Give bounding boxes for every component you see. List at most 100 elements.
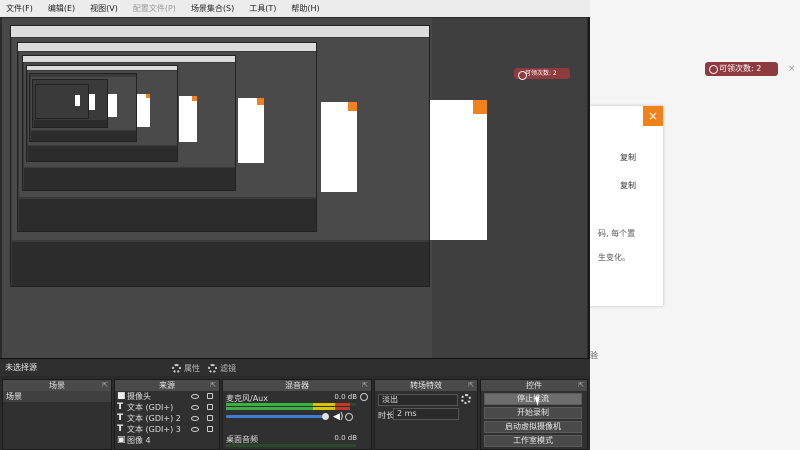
volume-slider[interactable]	[322, 413, 329, 420]
eye-icon[interactable]	[191, 405, 199, 410]
transitions-panel: 转场特效 ⇱ 淡出 时长 2 ms	[374, 379, 478, 450]
nested-dialog-7	[75, 95, 80, 106]
lock-icon[interactable]	[207, 426, 213, 432]
camera-icon: ■	[117, 391, 126, 401]
volume-meter	[226, 407, 350, 410]
dialog-text-line-2: 生变化。	[598, 253, 630, 262]
nested-dialog-close-2	[257, 98, 264, 105]
nested-dialog-2	[238, 98, 264, 163]
menu-help[interactable]: 帮助(H)	[291, 3, 319, 14]
claim-count-badge[interactable]: 可领次数: 2	[705, 62, 778, 76]
preview-canvas[interactable]: 可领次数: 2 可领次数: 2	[2, 18, 587, 358]
start-recording-button[interactable]: 开始录制	[484, 407, 582, 419]
scenes-header: 场景 ⇱	[3, 380, 111, 391]
transitions-body: 淡出 时长 2 ms	[375, 391, 477, 449]
image-icon: ▣	[117, 435, 126, 445]
menu-tools[interactable]: 工具(T)	[249, 3, 276, 14]
start-virtual-camera-button[interactable]: 启动虚拟摄像机	[484, 421, 582, 433]
gear-icon	[172, 363, 181, 373]
properties-label: 属性	[184, 363, 200, 373]
gear-icon[interactable]	[360, 393, 368, 401]
nested-capture-4	[26, 65, 178, 162]
mixer-title: 混音器	[285, 381, 309, 390]
undock-icon[interactable]: ⇱	[362, 380, 368, 391]
source-label: 文本 (GDI+)	[127, 403, 174, 412]
source-item[interactable]: T 文本 (GDI+) 2	[115, 413, 219, 424]
mixer-channel-db: 0.0 dB	[334, 393, 357, 401]
source-label: 文本 (GDI+) 2	[127, 414, 181, 423]
copy-link-1[interactable]: 复制	[620, 152, 636, 163]
preview-badge: 可领次数: 2	[514, 68, 570, 80]
nested-dialog-4	[137, 94, 150, 127]
menu-bar: 文件(F) 编辑(E) 视图(V) 配置文件(P) 场景集合(S) 工具(T) …	[0, 0, 590, 17]
source-item[interactable]: T 文本 (GDI+)	[115, 402, 219, 413]
nested-dialog-1	[321, 102, 357, 192]
gear-icon[interactable]	[345, 413, 353, 421]
menu-profile[interactable]: 配置文件(P)	[133, 3, 176, 14]
menu-edit[interactable]: 编辑(E)	[48, 3, 75, 14]
menu-file[interactable]: 文件(F)	[6, 3, 33, 14]
undock-icon[interactable]: ⇱	[578, 380, 584, 391]
nested-dock-6	[34, 120, 107, 127]
filters-button[interactable]: 滤镜	[208, 362, 236, 374]
volume-meter	[226, 403, 350, 406]
background-dialog	[587, 106, 663, 306]
nested-dock-5	[31, 131, 136, 141]
menu-view[interactable]: 视图(V)	[90, 3, 118, 14]
nested-capture-5	[29, 73, 137, 142]
studio-mode-button[interactable]: 工作室模式	[484, 435, 582, 447]
nested-menubar-4	[27, 66, 177, 70]
filter-icon	[208, 363, 217, 373]
duration-label: 时长	[378, 411, 394, 420]
undock-icon[interactable]: ⇱	[102, 380, 108, 391]
speaker-icon[interactable]: ◀)	[333, 413, 343, 422]
eye-icon[interactable]	[191, 394, 199, 399]
nested-dock-4	[28, 146, 177, 161]
close-icon[interactable]: ×	[788, 64, 796, 74]
dialog-close-button[interactable]: ×	[643, 106, 663, 126]
nested-capture-3	[22, 55, 236, 191]
copy-link-2[interactable]: 复制	[620, 180, 636, 191]
nested-menubar-2	[18, 43, 316, 51]
scene-item[interactable]: 场景	[3, 391, 111, 402]
lock-icon[interactable]	[207, 404, 213, 410]
volume-slider-fill	[226, 415, 324, 418]
lock-icon[interactable]	[207, 393, 213, 399]
menu-scene-collection[interactable]: 场景集合(S)	[191, 3, 234, 14]
nested-dock-2	[19, 199, 316, 231]
source-item[interactable]: ■ 摄像头	[115, 391, 219, 402]
transition-select[interactable]: 淡出	[378, 394, 458, 406]
text-icon: T	[117, 424, 124, 434]
duration-input[interactable]: 2 ms	[393, 408, 459, 420]
preview-dialog-close	[473, 100, 487, 114]
nested-dialog-close-1	[348, 102, 357, 111]
source-item[interactable]: T 文本 (GDI+) 3	[115, 424, 219, 435]
eye-icon[interactable]	[191, 416, 199, 421]
filters-label: 滤镜	[220, 363, 236, 373]
source-label: 文本 (GDI+) 3	[127, 425, 181, 434]
nested-dock-1	[12, 242, 429, 286]
text-icon: T	[117, 413, 124, 423]
nested-menubar-1	[11, 26, 429, 37]
eye-icon[interactable]	[191, 427, 199, 432]
undock-icon[interactable]: ⇱	[210, 380, 216, 391]
stop-streaming-button[interactable]: 停止推流	[484, 393, 582, 405]
gear-icon[interactable]	[461, 394, 471, 404]
source-item[interactable]: ▣ 图像 4	[115, 435, 219, 446]
side-text: 验	[590, 351, 598, 360]
controls-panel: 控件 ⇱ 停止推流 开始录制 启动虚拟摄像机 工作室模式	[480, 379, 588, 450]
dialog-text-line-1: 码, 每个置	[598, 229, 636, 238]
source-toolbar: 未选择源 属性 滤镜	[0, 358, 590, 376]
nested-dialog-close-3	[192, 96, 197, 101]
nested-capture-6	[32, 79, 108, 128]
sources-header: 来源 ⇱	[115, 380, 219, 391]
nested-capture-2	[17, 42, 317, 232]
scenes-title: 场景	[49, 381, 65, 390]
lock-icon[interactable]	[207, 415, 213, 421]
nested-menubar-3	[23, 56, 235, 62]
properties-button[interactable]: 属性	[172, 362, 200, 374]
nested-dialog-close-4	[146, 94, 150, 98]
undock-icon[interactable]: ⇱	[468, 380, 474, 391]
text-icon: T	[117, 402, 124, 412]
obs-window: 文件(F) 编辑(E) 视图(V) 配置文件(P) 场景集合(S) 工具(T) …	[0, 0, 590, 450]
